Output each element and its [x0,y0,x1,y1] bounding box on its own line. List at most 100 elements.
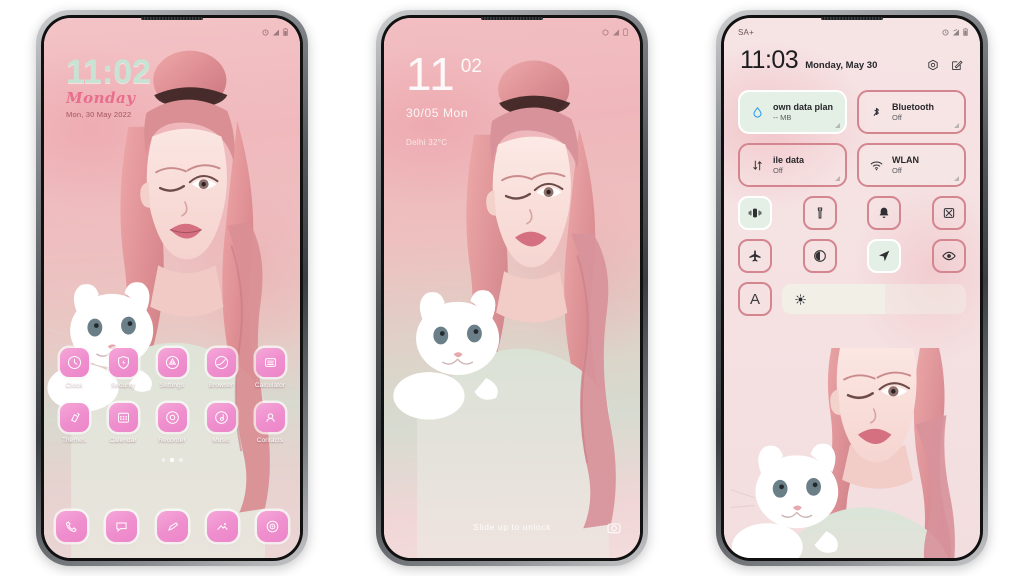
contrast-icon [813,250,826,262]
phone-2-screen[interactable]: 11 02 30/05 Mon Delhi 32°C Slide up to u… [384,18,640,558]
toggle-ringer[interactable] [867,196,902,230]
phone-2-statusbar [384,18,640,40]
font-size-button[interactable]: A [738,282,772,316]
recorder-icon [157,403,187,432]
app-label: Calendar [109,437,137,444]
quick-settings-panel: own data plan -- MB Bluetooth Off ile da… [724,90,980,316]
toggle-location[interactable] [867,239,902,273]
edit-icon[interactable] [950,58,964,72]
calendar-icon [108,403,138,432]
phone-2: 11 02 30/05 Mon Delhi 32°C Slide up to u… [376,10,648,566]
toggle-dark-mode[interactable] [802,239,837,273]
alarm-icon [942,28,949,36]
battery-icon [623,28,628,36]
app-recorder[interactable]: Recorder [150,403,194,444]
earpiece-speaker [141,17,203,20]
tile-row-2: ile data Off WLAN Off [738,143,966,187]
clock-row: 11 02 [406,51,482,98]
bottom-controls-row: A [738,282,966,316]
app-browser[interactable]: Browser [199,348,243,389]
gallery-icon[interactable] [206,511,238,542]
alarm-icon [262,28,269,36]
app-clock[interactable]: Clock [52,348,96,389]
tile-text: own data plan -- MB [773,102,833,123]
tile-subtitle: -- MB [773,112,792,122]
app-settings[interactable]: Settings [150,348,194,389]
clock-date: Mon, 30 May 2022 [66,110,132,120]
camera-icon[interactable] [257,511,288,542]
header-clock: 11:03 Monday, May 30 [740,46,877,75]
toggle-row-1 [738,196,966,230]
phone-1: 11:02 Monday Mon, 30 May 2022 Clock Secu… [36,10,308,566]
clock-date: 30/05 Mon [406,106,469,121]
app-calculator[interactable]: Calculator [248,348,292,389]
phone-icon[interactable] [56,511,87,542]
statusbar-icons [942,28,968,36]
header-actions [926,58,964,75]
tile-text: ile data Off [773,155,804,176]
page-dot-active[interactable] [170,458,174,462]
resize-corner-icon [835,176,840,181]
tile-bluetooth[interactable]: Bluetooth Off [857,90,966,134]
phone-3-bezel: SA+ 11:03 Monday, May 30 own data plan -… [721,15,983,561]
app-row-1: Clock Security Settings Browser Calculat… [52,348,292,389]
camera-icon[interactable] [606,520,622,536]
settings-gear-icon[interactable] [926,58,940,72]
signal-icon [613,29,619,35]
toggle-airplane-mode[interactable] [738,239,772,273]
resize-corner-icon [954,176,959,181]
tile-subtitle: Off [773,165,783,175]
message-icon[interactable] [106,511,138,542]
earpiece-speaker [481,17,543,20]
bell-icon [879,207,889,218]
brightness-slider[interactable] [782,284,966,314]
shield-icon [108,348,138,377]
app-themes[interactable]: Themes [52,403,96,444]
header-date: Monday, May 30 [805,60,878,71]
tile-subtitle: Off [892,112,902,122]
tile-text: Bluetooth Off [892,102,934,123]
tile-title: own data plan [773,101,834,112]
app-contacts[interactable]: Contacts [248,403,292,444]
app-security[interactable]: Security [101,348,145,389]
app-label: Contacts [256,437,284,444]
battery-icon [963,28,968,36]
mobile-data-icon [753,160,762,170]
screenshot-icon [943,208,955,218]
home-app-grid: Clock Security Settings Browser Calculat… [44,348,300,462]
statusbar-icons [262,28,288,36]
toggle-flashlight[interactable] [802,196,837,230]
alarm-icon [602,28,609,36]
tile-data-plan[interactable]: own data plan -- MB [738,90,847,134]
tile-mobile-data[interactable]: ile data Off [738,143,847,187]
app-row-2: Themes Calendar Recorder Music Contacts [52,403,292,444]
app-label: Music [212,437,230,444]
phone-1-screen[interactable]: 11:02 Monday Mon, 30 May 2022 Clock Secu… [44,18,300,558]
phone-3: SA+ 11:03 Monday, May 30 own data plan -… [716,10,988,566]
phone-2-clock-widget: 11 02 30/05 Mon Delhi 32°C [406,51,482,148]
toggle-row-2 [738,239,966,273]
toggle-vibrate[interactable] [738,196,772,230]
browser-icon [206,348,236,377]
page-dot[interactable] [179,458,183,462]
page-dot[interactable] [161,458,165,462]
phone-3-screen[interactable]: SA+ 11:03 Monday, May 30 own data plan -… [724,18,980,558]
toggle-screenshot[interactable] [931,196,966,230]
notes-pen-icon[interactable] [156,511,188,542]
toggle-eye-care[interactable] [931,239,966,273]
app-calendar[interactable]: Calendar [101,403,145,444]
clock-weekday: Monday [66,89,136,108]
calculator-icon [255,348,285,377]
wallpaper-illustration-girl-cat [724,348,980,558]
tile-title: Bluetooth [892,101,934,112]
vibrate-icon [748,208,762,218]
tile-title: ile data [773,154,805,165]
resize-corner-icon [835,123,840,128]
app-label: Recorder [158,437,186,444]
tile-title: WLAN [892,154,919,165]
app-music[interactable]: Music [199,403,243,444]
phone-1-clock-widget: 11:02 Monday Mon, 30 May 2022 [66,55,151,120]
unlock-hint-area[interactable]: Slide up to unlock [384,522,640,532]
home-dock [44,511,300,542]
tile-wlan[interactable]: WLAN Off [857,143,966,187]
